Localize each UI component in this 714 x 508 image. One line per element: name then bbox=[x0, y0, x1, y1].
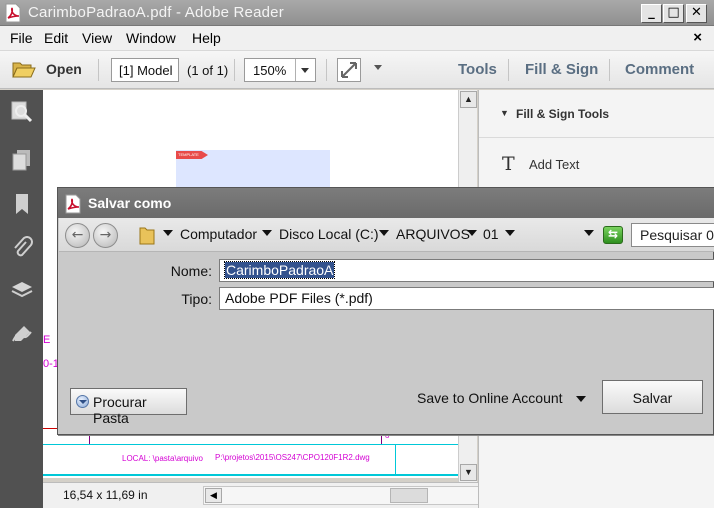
menu-view[interactable]: View bbox=[82, 30, 112, 46]
main-toolbar: Open [1] Model (1 of 1) 150% Tools Fill … bbox=[0, 51, 714, 89]
menu-help[interactable]: Help bbox=[192, 30, 221, 46]
scroll-left-button[interactable]: ◀ bbox=[205, 488, 222, 503]
bookmark-icon[interactable] bbox=[10, 192, 34, 216]
menu-edit[interactable]: Edit bbox=[44, 30, 68, 46]
file-name-input[interactable]: CarimboPadraoA bbox=[219, 259, 714, 282]
scroll-down-button[interactable]: ▼ bbox=[460, 464, 477, 481]
address-bar: ← → Computador Disco Local (C:) ARQUIVOS… bbox=[59, 218, 714, 252]
cad-edge-text: E bbox=[43, 334, 51, 346]
stamp-tag: TEMPLATE bbox=[176, 151, 208, 159]
save-as-dialog: Salvar como ← → Computador Disco Local (… bbox=[57, 187, 714, 435]
toolbar-divider bbox=[98, 59, 99, 81]
refresh-icon[interactable]: ⇆ bbox=[603, 226, 623, 244]
address-history-chevron-icon[interactable] bbox=[584, 230, 594, 236]
chevron-down-icon bbox=[79, 400, 87, 404]
scroll-up-button[interactable]: ▲ bbox=[460, 91, 477, 108]
file-name-value: CarimboPadraoA bbox=[223, 261, 336, 279]
dialog-titlebar[interactable]: Salvar como bbox=[58, 188, 714, 218]
toolbar-divider bbox=[609, 59, 610, 81]
chevron-down-icon[interactable] bbox=[576, 396, 586, 402]
horizontal-scrollbar[interactable]: ◀ ▶ bbox=[203, 486, 498, 505]
file-type-select[interactable]: Adobe PDF Files (*.pdf) bbox=[219, 287, 714, 310]
zoom-value: 150% bbox=[253, 63, 287, 78]
navigation-pane bbox=[0, 90, 43, 508]
name-label: Nome: bbox=[170, 263, 212, 279]
status-bar: 16,54 x 11,69 in ◀ ▶ bbox=[43, 482, 498, 508]
type-label: Tipo: bbox=[181, 291, 212, 307]
layers-icon[interactable] bbox=[10, 278, 34, 302]
chevron-down-icon[interactable] bbox=[163, 230, 173, 236]
minimize-button[interactable]: _ bbox=[641, 4, 662, 23]
add-text-tool[interactable]: T Add Text bbox=[479, 146, 714, 180]
cad-line bbox=[395, 444, 396, 474]
window-titlebar: CarimboPadraoA.pdf - Adobe Reader _ □ ✕ bbox=[0, 0, 714, 26]
toolbar-divider bbox=[326, 59, 327, 81]
page-count: (1 of 1) bbox=[187, 63, 229, 78]
add-text-label: Add Text bbox=[529, 157, 580, 172]
chevron-down-icon bbox=[301, 68, 309, 73]
maximize-button[interactable]: □ bbox=[663, 4, 684, 23]
fill-sign-tools-title: Fill & Sign Tools bbox=[516, 107, 610, 121]
page-size-readout: 16,54 x 11,69 in bbox=[63, 488, 148, 502]
folder-icon bbox=[139, 227, 155, 245]
cad-local-text: LOCAL: \pasta\arquivo bbox=[122, 454, 203, 463]
folder-open-icon bbox=[12, 62, 36, 78]
browse-folders-button[interactable]: Procurar Pasta bbox=[70, 388, 187, 426]
cad-path-text: P:\projetos\2015\OS247\CPO120F1R2.dwg bbox=[215, 453, 370, 462]
breadcrumb-computador[interactable]: Computador bbox=[180, 226, 257, 242]
horizontal-scroll-thumb[interactable] bbox=[390, 488, 428, 503]
open-label: Open bbox=[46, 61, 82, 77]
zoom-select[interactable]: 150% bbox=[244, 58, 316, 82]
back-button[interactable]: ← bbox=[65, 223, 90, 248]
menu-window[interactable]: Window bbox=[126, 30, 176, 46]
signatures-pen-icon[interactable] bbox=[10, 322, 34, 346]
chevron-down-icon[interactable] bbox=[467, 230, 477, 236]
search-input[interactable]: Pesquisar 01 bbox=[631, 223, 714, 247]
breadcrumb-disco-local[interactable]: Disco Local (C:) bbox=[279, 226, 379, 242]
attachment-paperclip-icon[interactable] bbox=[10, 236, 34, 260]
dialog-title: Salvar como bbox=[88, 195, 172, 211]
toolbar-divider bbox=[234, 59, 235, 81]
chevron-down-icon[interactable] bbox=[505, 230, 515, 236]
toolbar-divider bbox=[508, 59, 509, 81]
fill-sign-tools-header[interactable]: ▼ Fill & Sign Tools bbox=[479, 90, 714, 138]
fullscreen-button[interactable] bbox=[337, 58, 361, 82]
find-magnifier-icon[interactable] bbox=[10, 100, 34, 124]
customize-toolbar-chevron-icon[interactable] bbox=[374, 65, 382, 70]
window-title: CarimboPadraoA.pdf - Adobe Reader bbox=[28, 4, 284, 21]
save-online-account-dropdown[interactable]: Save to Online Account bbox=[417, 390, 563, 406]
chevron-down-icon[interactable] bbox=[262, 230, 272, 236]
text-tool-icon: T bbox=[502, 153, 515, 175]
collapse-triangle-icon: ▼ bbox=[500, 108, 509, 118]
comment-pane-button[interactable]: Comment bbox=[625, 61, 694, 78]
close-button[interactable]: ✕ bbox=[686, 4, 707, 23]
page-number-field[interactable]: [1] Model bbox=[111, 58, 179, 82]
tools-pane-button[interactable]: Tools bbox=[458, 61, 497, 78]
breadcrumb-arquivos[interactable]: ARQUIVOS bbox=[396, 226, 470, 242]
chevron-down-icon[interactable] bbox=[379, 230, 389, 236]
save-button[interactable]: Salvar bbox=[602, 380, 703, 414]
adobe-reader-icon bbox=[5, 3, 21, 23]
menu-bar: File Edit View Window Help × bbox=[0, 26, 714, 51]
menu-file[interactable]: File bbox=[10, 30, 33, 46]
cad-line bbox=[43, 474, 458, 476]
browse-folders-label: Procurar Pasta bbox=[93, 394, 147, 426]
page-thumbnails-icon[interactable] bbox=[10, 148, 34, 172]
forward-button[interactable]: → bbox=[93, 223, 118, 248]
expand-icon bbox=[341, 62, 357, 78]
fill-sign-pane-button[interactable]: Fill & Sign bbox=[525, 61, 598, 78]
breadcrumb-01[interactable]: 01 bbox=[483, 226, 499, 242]
file-type-value: Adobe PDF Files (*.pdf) bbox=[225, 290, 373, 306]
open-button[interactable]: Open bbox=[10, 57, 82, 83]
close-document-button[interactable]: × bbox=[693, 29, 702, 46]
adobe-reader-icon bbox=[65, 194, 81, 214]
zoom-divider bbox=[295, 59, 296, 81]
